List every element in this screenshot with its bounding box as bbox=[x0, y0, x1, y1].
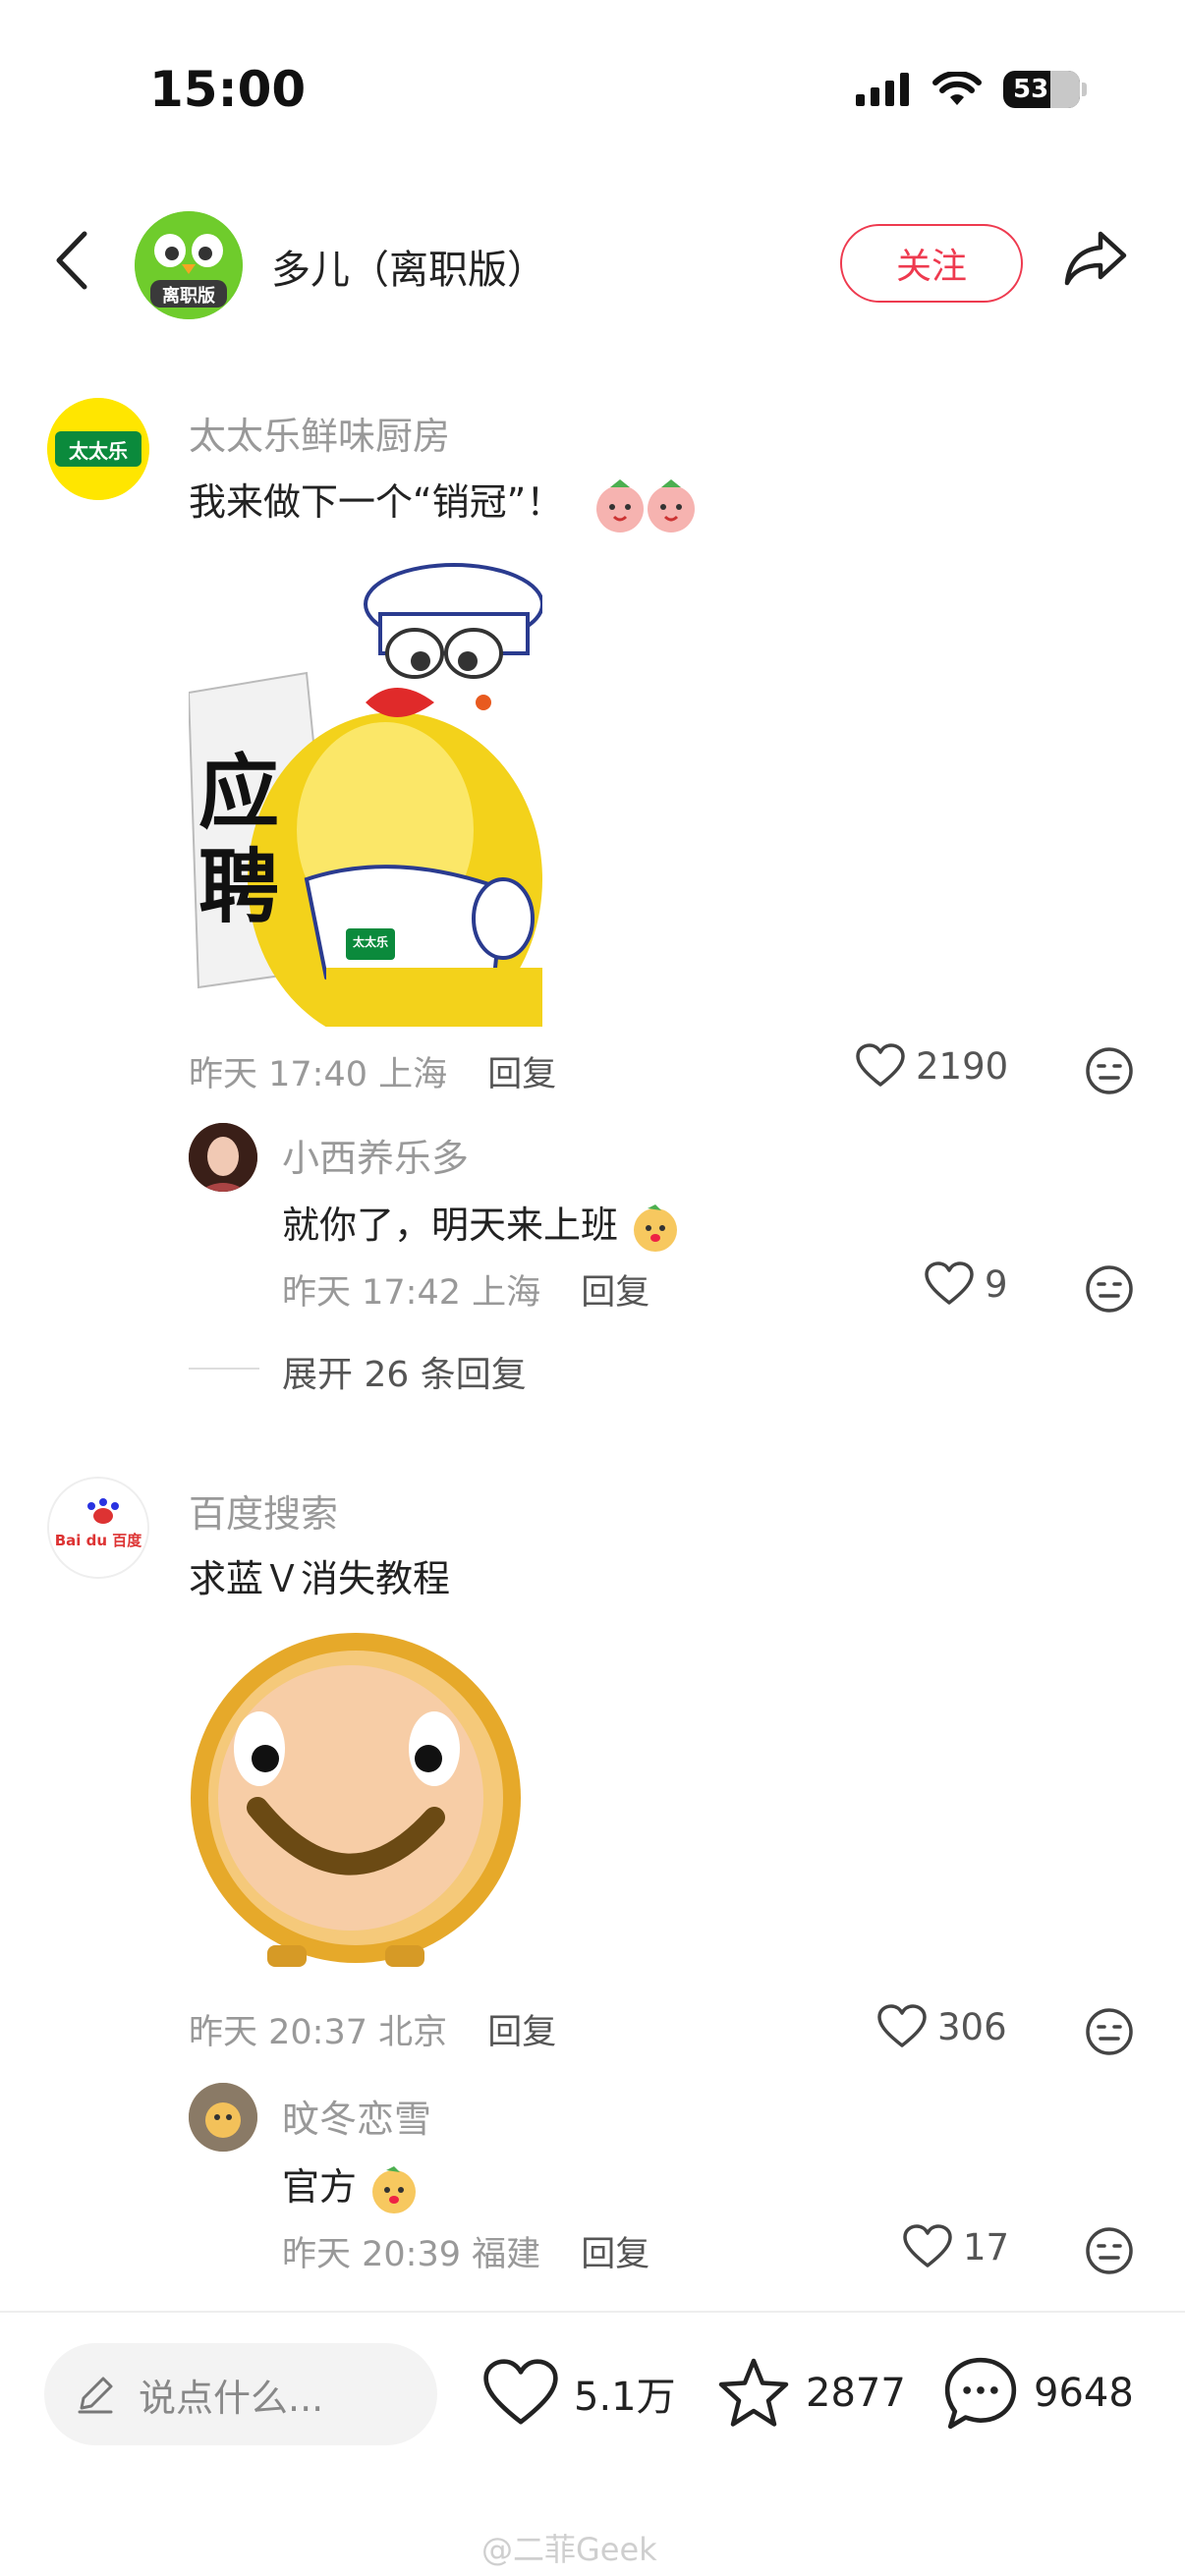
account-avatar[interactable]: 离职版 bbox=[135, 211, 243, 319]
neutral-face-icon bbox=[1086, 2008, 1133, 2055]
back-button[interactable] bbox=[49, 228, 92, 297]
dislike-button[interactable] bbox=[1085, 2226, 1134, 2279]
reply-username[interactable]: 小西养乐多 bbox=[282, 1128, 469, 1182]
comment-avatar[interactable]: Bai du 百度 bbox=[47, 1477, 149, 1579]
comments-post-button[interactable]: 9648 bbox=[941, 2354, 1134, 2433]
avatar-text: Bai du 百度 bbox=[54, 1532, 142, 1549]
heart-icon bbox=[877, 2004, 927, 2047]
reply-text: 就你了，明天来上班 bbox=[282, 1195, 681, 1254]
sticker-caption-char: 应 bbox=[198, 747, 280, 840]
comment-sticker-image[interactable]: 应 聘 太太乐 bbox=[187, 555, 544, 1046]
reply-like-count: 9 bbox=[985, 1262, 1008, 1306]
comment-username[interactable]: 百度搜索 bbox=[189, 1484, 338, 1538]
profile-photo-icon bbox=[189, 2083, 257, 2152]
smiling-gold-face-sticker-icon bbox=[191, 1633, 521, 1967]
reply-text: 官方 bbox=[282, 2156, 420, 2215]
baidu-paw-icon bbox=[49, 1479, 147, 1577]
expand-divider bbox=[189, 1368, 259, 1370]
battery-icon: 53 bbox=[1003, 71, 1080, 108]
peach-face-emoji-icon bbox=[596, 478, 696, 532]
heart-icon bbox=[483, 2359, 558, 2425]
sticker-caption: 应 聘 bbox=[198, 747, 279, 935]
comment-time: 昨天 17:40 bbox=[189, 1055, 367, 1094]
post-comment-count: 9648 bbox=[1034, 2371, 1134, 2416]
comment-text-body: 我来做下一个“销冠”！ bbox=[189, 480, 564, 524]
favorite-post-button[interactable]: 2877 bbox=[715, 2356, 906, 2431]
reply-meta: 昨天 17:42 上海 回复 bbox=[282, 1264, 649, 1315]
heart-icon bbox=[925, 1261, 974, 1305]
reply-button[interactable]: 回复 bbox=[581, 1273, 649, 1313]
reply-like-button[interactable]: 9 bbox=[924, 1261, 1008, 1307]
share-icon bbox=[1064, 231, 1127, 286]
sticker-apron-logo: 太太乐 bbox=[352, 935, 388, 949]
reply-avatar[interactable] bbox=[189, 1123, 257, 1192]
like-post-button[interactable]: 5.1万 bbox=[481, 2358, 676, 2429]
post-star-count: 2877 bbox=[806, 2371, 906, 2416]
chat-bubble-icon bbox=[944, 2357, 1017, 2430]
comment-text: 我来做下一个“销冠”！ bbox=[189, 472, 701, 532]
neutral-face-icon bbox=[1086, 2227, 1133, 2274]
reply-location: 福建 bbox=[472, 2235, 541, 2274]
neutral-face-icon bbox=[1086, 1265, 1133, 1313]
comment-input[interactable]: 说点什么... bbox=[44, 2343, 437, 2445]
comment-avatar[interactable]: 太太乐 bbox=[47, 398, 149, 500]
expand-replies-button[interactable]: 展开 26 条回复 bbox=[282, 1346, 527, 1397]
reply-button[interactable]: 回复 bbox=[487, 1055, 556, 1094]
comment-location: 上海 bbox=[378, 1055, 448, 1094]
comment-time: 昨天 20:37 bbox=[189, 2013, 367, 2052]
profile-photo-icon bbox=[189, 1123, 257, 1192]
wifi-icon bbox=[932, 72, 982, 105]
avatar-badge: 离职版 bbox=[162, 286, 215, 307]
sticker-caption-char: 聘 bbox=[198, 841, 280, 934]
page-title: 多儿（离职版） bbox=[271, 248, 546, 293]
reply-text-body: 官方 bbox=[282, 2165, 358, 2209]
dislike-button[interactable] bbox=[1085, 2007, 1134, 2060]
reply-avatar[interactable] bbox=[189, 2083, 257, 2152]
reply-button[interactable]: 回复 bbox=[581, 2235, 649, 2274]
comment-input-placeholder: 说点什么... bbox=[139, 2376, 324, 2420]
reply-meta: 昨天 20:39 福建 回复 bbox=[282, 2226, 649, 2276]
avatar-text: 太太乐 bbox=[69, 439, 128, 463]
comment-text: 求蓝Ｖ消失教程 bbox=[189, 1557, 451, 1600]
dog-face-emoji-icon bbox=[634, 1204, 678, 1252]
comment-like-button[interactable]: 306 bbox=[876, 2004, 1007, 2049]
bottom-divider bbox=[0, 2311, 1185, 2313]
comment-sticker-image[interactable] bbox=[189, 1631, 523, 1975]
neutral-face-icon bbox=[1086, 1047, 1133, 1094]
dislike-button[interactable] bbox=[1085, 1046, 1134, 1099]
share-button[interactable] bbox=[1061, 228, 1130, 293]
cellular-signal-icon bbox=[856, 73, 909, 106]
chevron-left-icon bbox=[56, 231, 87, 290]
comment-meta: 昨天 17:40 上海 回复 bbox=[189, 1046, 556, 1096]
watermark: @二菲Geek bbox=[481, 2531, 657, 2568]
comment-like-button[interactable]: 2190 bbox=[855, 1043, 1008, 1089]
comment-like-count: 2190 bbox=[916, 1044, 1009, 1088]
star-icon bbox=[718, 2358, 789, 2427]
battery-nub bbox=[1082, 83, 1087, 96]
status-time: 15:00 bbox=[149, 61, 307, 118]
comment-location: 北京 bbox=[378, 2013, 448, 2052]
reply-like-button[interactable]: 17 bbox=[902, 2224, 1009, 2269]
status-icons: 53 bbox=[856, 71, 1087, 108]
pencil-icon bbox=[78, 2377, 113, 2414]
battery-level: 53 bbox=[1013, 75, 1049, 104]
heart-icon bbox=[856, 1043, 905, 1087]
reply-time: 昨天 20:39 bbox=[282, 2235, 461, 2274]
comment-username[interactable]: 太太乐鲜味厨房 bbox=[189, 406, 450, 460]
reply-location: 上海 bbox=[472, 1273, 541, 1313]
dislike-button[interactable] bbox=[1085, 1264, 1134, 1317]
reply-like-count: 17 bbox=[963, 2225, 1010, 2268]
reply-text-body: 就你了，明天来上班 bbox=[282, 1204, 619, 1247]
comment-like-count: 306 bbox=[937, 2005, 1007, 2048]
reply-time: 昨天 17:42 bbox=[282, 1273, 461, 1313]
reply-button[interactable]: 回复 bbox=[487, 2013, 556, 2052]
reply-username[interactable]: 旼冬恋雪 bbox=[282, 2089, 431, 2143]
heart-icon bbox=[903, 2224, 952, 2268]
dog-face-emoji-icon bbox=[372, 2165, 417, 2213]
post-like-count: 5.1万 bbox=[574, 2375, 676, 2420]
follow-button[interactable]: 关注 bbox=[840, 224, 1023, 303]
comment-meta: 昨天 20:37 北京 回复 bbox=[189, 2004, 556, 2054]
